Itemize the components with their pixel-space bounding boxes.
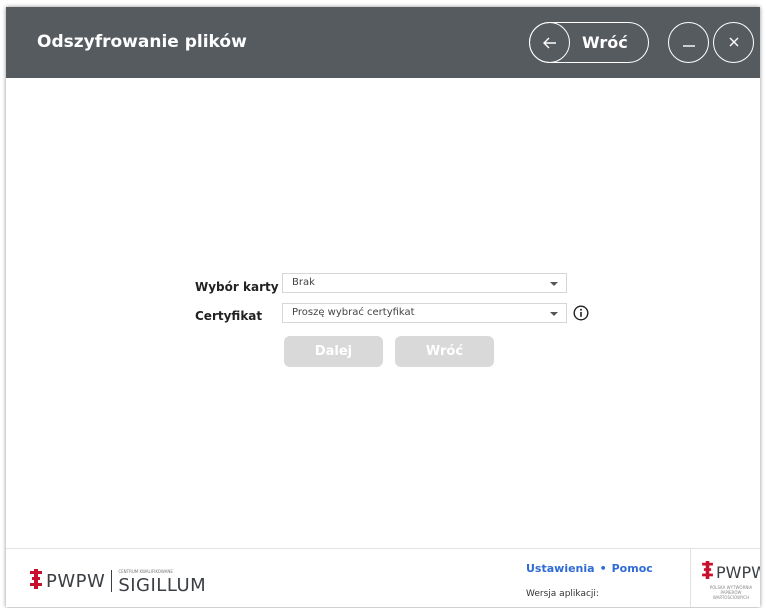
certificate-select[interactable]: Proszę wybrać certyfikat [282, 303, 567, 323]
card-label: Wybór karty [195, 280, 279, 294]
footer-divider [6, 548, 760, 549]
back-button-label: Wróć [425, 344, 464, 359]
logo-separator [111, 570, 113, 592]
pwpw-right-logo-subtext: POLSKA WYTWÓRNIA PAPIERÓW WARTOŚCIOWYCH [709, 585, 753, 600]
header-back-button[interactable]: Wróć [529, 22, 649, 63]
card-select[interactable]: Brak [282, 273, 567, 293]
info-icon[interactable] [573, 305, 589, 321]
help-link[interactable]: Pomoc [612, 562, 653, 575]
certificate-select-value: Proszę wybrać certyfikat [292, 307, 415, 318]
close-icon [728, 33, 740, 52]
header-back-label: Wróć [582, 33, 628, 52]
back-button[interactable]: Wróć [395, 336, 494, 367]
settings-link[interactable]: Ustawienia [526, 562, 595, 575]
minimize-button[interactable] [668, 22, 709, 63]
next-button[interactable]: Dalej [284, 336, 383, 367]
close-button[interactable] [713, 22, 754, 63]
chevron-down-icon [550, 282, 558, 286]
page-title: Odszyfrowanie plików [37, 32, 247, 52]
app-window: Odszyfrowanie plików Wróć Wybór karty Br… [6, 7, 760, 607]
pwpw-eagle-icon [30, 569, 42, 593]
title-bar: Odszyfrowanie plików Wróć [6, 7, 760, 78]
sigillum-logo: CENTRUM KWALIFIKOWANE SIGILLUM [118, 569, 207, 596]
certificate-label: Certyfikat [195, 309, 263, 323]
footer-links: Ustawienia • Pomoc [526, 562, 653, 575]
minimize-icon [681, 33, 697, 53]
pwpw-right-logo-text: PWPW [716, 562, 760, 582]
pwpw-sigillum-logo: PWPW CENTRUM KWALIFIKOWANE SIGILLUM [30, 569, 207, 596]
chevron-down-icon [550, 312, 558, 316]
dot-separator: • [599, 562, 607, 575]
sigillum-small-text: CENTRUM KWALIFIKOWANE [118, 569, 173, 574]
app-version: Wersja aplikacji: [526, 589, 599, 599]
pwpw-logo-right: PWPW POLSKA WYTWÓRNIA PAPIERÓW WARTOŚCIO… [702, 561, 760, 607]
footer-vertical-divider [690, 548, 691, 607]
next-button-label: Dalej [314, 344, 353, 359]
sigillum-text: SIGILLUM [118, 575, 207, 596]
pwpw-eagle-icon [702, 561, 713, 583]
card-select-value: Brak [292, 277, 315, 288]
pwpw-logo-text: PWPW [46, 570, 106, 592]
arrow-left-icon [529, 22, 570, 63]
